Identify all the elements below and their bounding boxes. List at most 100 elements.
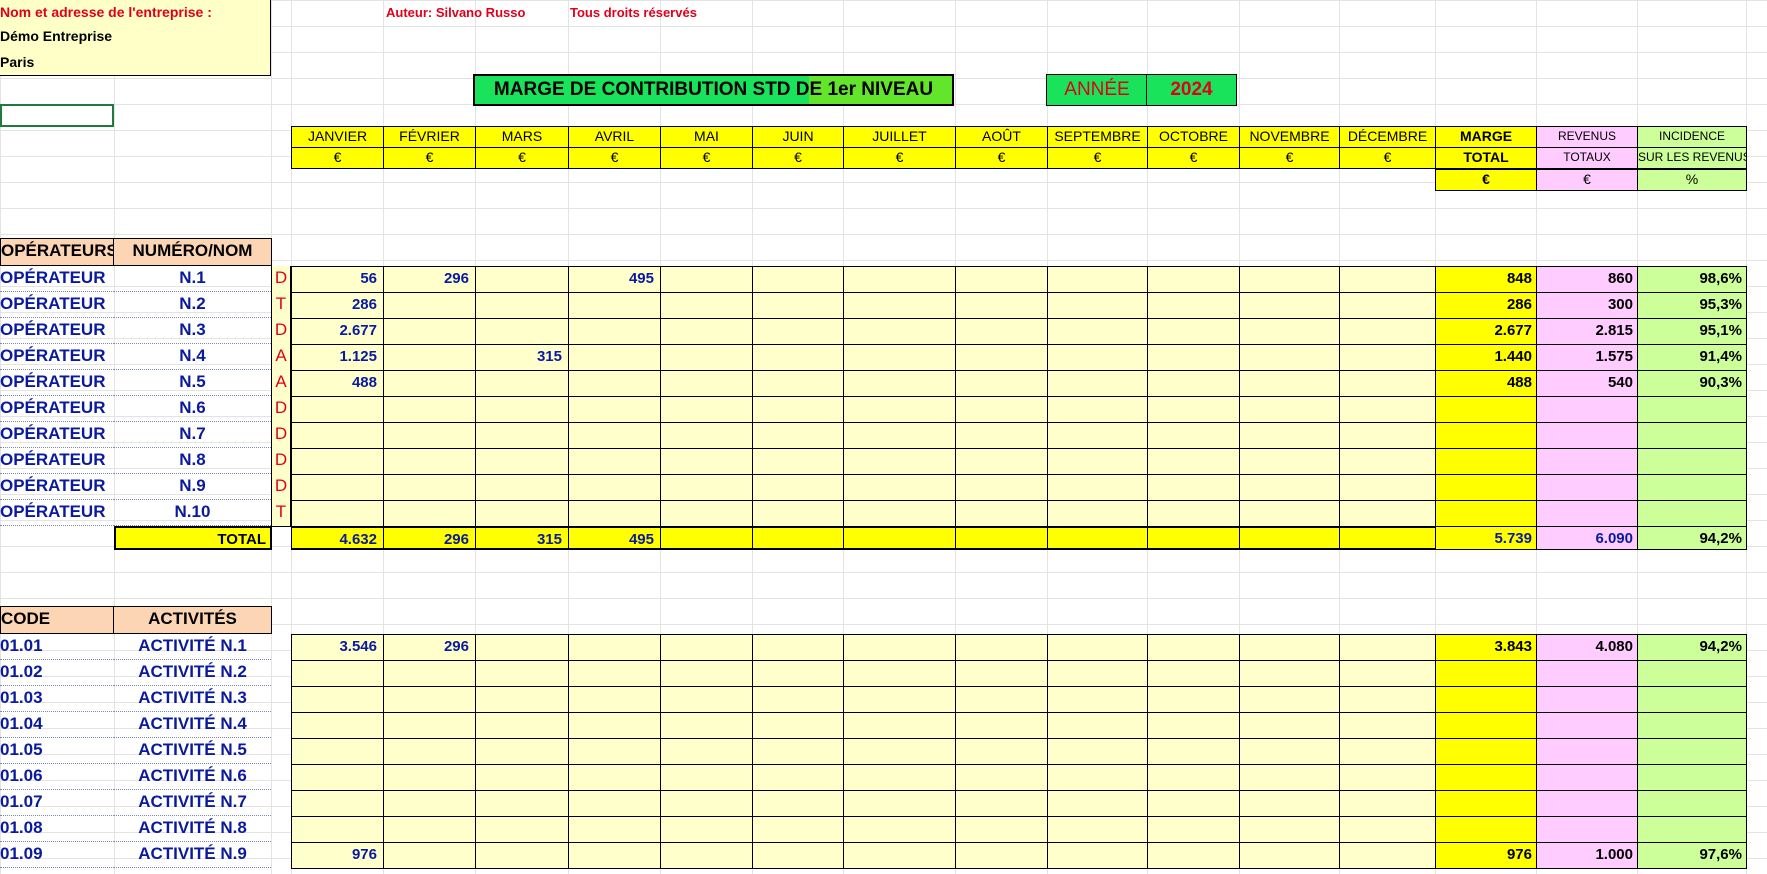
revenus-value[interactable] <box>1536 712 1638 739</box>
month-value[interactable] <box>568 292 661 319</box>
month-value[interactable] <box>1239 842 1340 869</box>
incidence-value[interactable]: 98,6% <box>1637 266 1747 293</box>
month-value[interactable] <box>1239 738 1340 765</box>
month-value[interactable] <box>955 266 1048 293</box>
month-value[interactable] <box>1147 634 1240 661</box>
month-value[interactable] <box>752 842 844 869</box>
revenus-value[interactable]: 300 <box>1536 292 1638 319</box>
month-value[interactable] <box>660 634 753 661</box>
month-value[interactable] <box>1339 738 1436 765</box>
month-value[interactable] <box>752 474 844 501</box>
month-value[interactable]: 3.546 <box>291 634 384 661</box>
month-value[interactable] <box>475 396 569 423</box>
month-value[interactable] <box>1147 500 1240 527</box>
incidence-value[interactable]: 97,6% <box>1637 842 1747 869</box>
month-value[interactable] <box>475 318 569 345</box>
month-value[interactable] <box>383 686 476 713</box>
marge-value[interactable]: 848 <box>1435 266 1537 293</box>
month-value[interactable] <box>660 764 753 791</box>
month-value[interactable] <box>383 790 476 817</box>
month-value[interactable] <box>1339 448 1436 475</box>
month-value[interactable] <box>1047 634 1148 661</box>
month-value[interactable] <box>383 712 476 739</box>
incidence-value[interactable] <box>1637 474 1747 501</box>
revenus-value[interactable]: 2.815 <box>1536 318 1638 345</box>
revenus-value[interactable] <box>1536 764 1638 791</box>
month-value[interactable] <box>383 344 476 371</box>
month-value[interactable] <box>955 790 1048 817</box>
marge-value[interactable] <box>1435 474 1537 501</box>
month-value[interactable] <box>568 712 661 739</box>
month-value[interactable] <box>955 344 1048 371</box>
month-value[interactable] <box>752 344 844 371</box>
month-value[interactable] <box>1339 790 1436 817</box>
month-value[interactable] <box>1047 448 1148 475</box>
month-value[interactable]: 296 <box>383 634 476 661</box>
month-value[interactable] <box>1147 396 1240 423</box>
month-value[interactable] <box>660 396 753 423</box>
month-value[interactable] <box>1239 396 1340 423</box>
marge-value[interactable] <box>1435 738 1537 765</box>
month-value[interactable] <box>843 344 956 371</box>
month-value[interactable] <box>1047 422 1148 449</box>
marge-value[interactable] <box>1435 660 1537 687</box>
month-value[interactable] <box>752 764 844 791</box>
month-value[interactable] <box>475 370 569 397</box>
month-value[interactable] <box>383 474 476 501</box>
month-value[interactable] <box>843 660 956 687</box>
month-value[interactable]: 2.677 <box>291 318 384 345</box>
month-value[interactable] <box>568 344 661 371</box>
month-value[interactable] <box>660 344 753 371</box>
month-value[interactable]: 488 <box>291 370 384 397</box>
revenus-value[interactable]: 1.575 <box>1536 344 1638 371</box>
month-value[interactable] <box>1047 344 1148 371</box>
month-value[interactable] <box>1239 712 1340 739</box>
month-value[interactable] <box>568 764 661 791</box>
month-value[interactable] <box>475 686 569 713</box>
month-value[interactable] <box>568 500 661 527</box>
month-value[interactable] <box>1147 660 1240 687</box>
month-value[interactable] <box>843 370 956 397</box>
month-value[interactable] <box>291 500 384 527</box>
month-value[interactable] <box>1339 686 1436 713</box>
month-value[interactable] <box>568 634 661 661</box>
month-value[interactable] <box>568 660 661 687</box>
incidence-value[interactable]: 95,3% <box>1637 292 1747 319</box>
month-value[interactable] <box>660 842 753 869</box>
month-value[interactable]: 1.125 <box>291 344 384 371</box>
revenus-value[interactable] <box>1536 396 1638 423</box>
month-value[interactable] <box>660 686 753 713</box>
month-value[interactable] <box>291 712 384 739</box>
month-value[interactable] <box>955 292 1048 319</box>
month-value[interactable] <box>1147 448 1240 475</box>
month-value[interactable] <box>1239 500 1340 527</box>
month-value[interactable]: 976 <box>291 842 384 869</box>
month-value[interactable] <box>752 370 844 397</box>
marge-value[interactable]: 2.677 <box>1435 318 1537 345</box>
incidence-value[interactable] <box>1637 448 1747 475</box>
marge-value[interactable] <box>1435 422 1537 449</box>
month-value[interactable]: 495 <box>568 266 661 293</box>
revenus-value[interactable]: 540 <box>1536 370 1638 397</box>
month-value[interactable] <box>1339 842 1436 869</box>
month-value[interactable] <box>752 396 844 423</box>
month-value[interactable] <box>568 318 661 345</box>
month-value[interactable] <box>383 448 476 475</box>
month-value[interactable] <box>383 764 476 791</box>
revenus-value[interactable]: 1.000 <box>1536 842 1638 869</box>
month-value[interactable] <box>291 738 384 765</box>
month-value[interactable] <box>843 712 956 739</box>
month-value[interactable] <box>1339 764 1436 791</box>
month-value[interactable] <box>568 422 661 449</box>
month-value[interactable] <box>660 816 753 843</box>
month-value[interactable] <box>843 500 956 527</box>
month-value[interactable] <box>1147 790 1240 817</box>
month-value[interactable] <box>1339 816 1436 843</box>
month-value[interactable] <box>1047 396 1148 423</box>
revenus-value[interactable] <box>1536 474 1638 501</box>
month-value[interactable] <box>1047 816 1148 843</box>
month-value[interactable] <box>752 816 844 843</box>
month-value[interactable] <box>568 816 661 843</box>
month-value[interactable] <box>1047 712 1148 739</box>
month-value[interactable] <box>1239 816 1340 843</box>
